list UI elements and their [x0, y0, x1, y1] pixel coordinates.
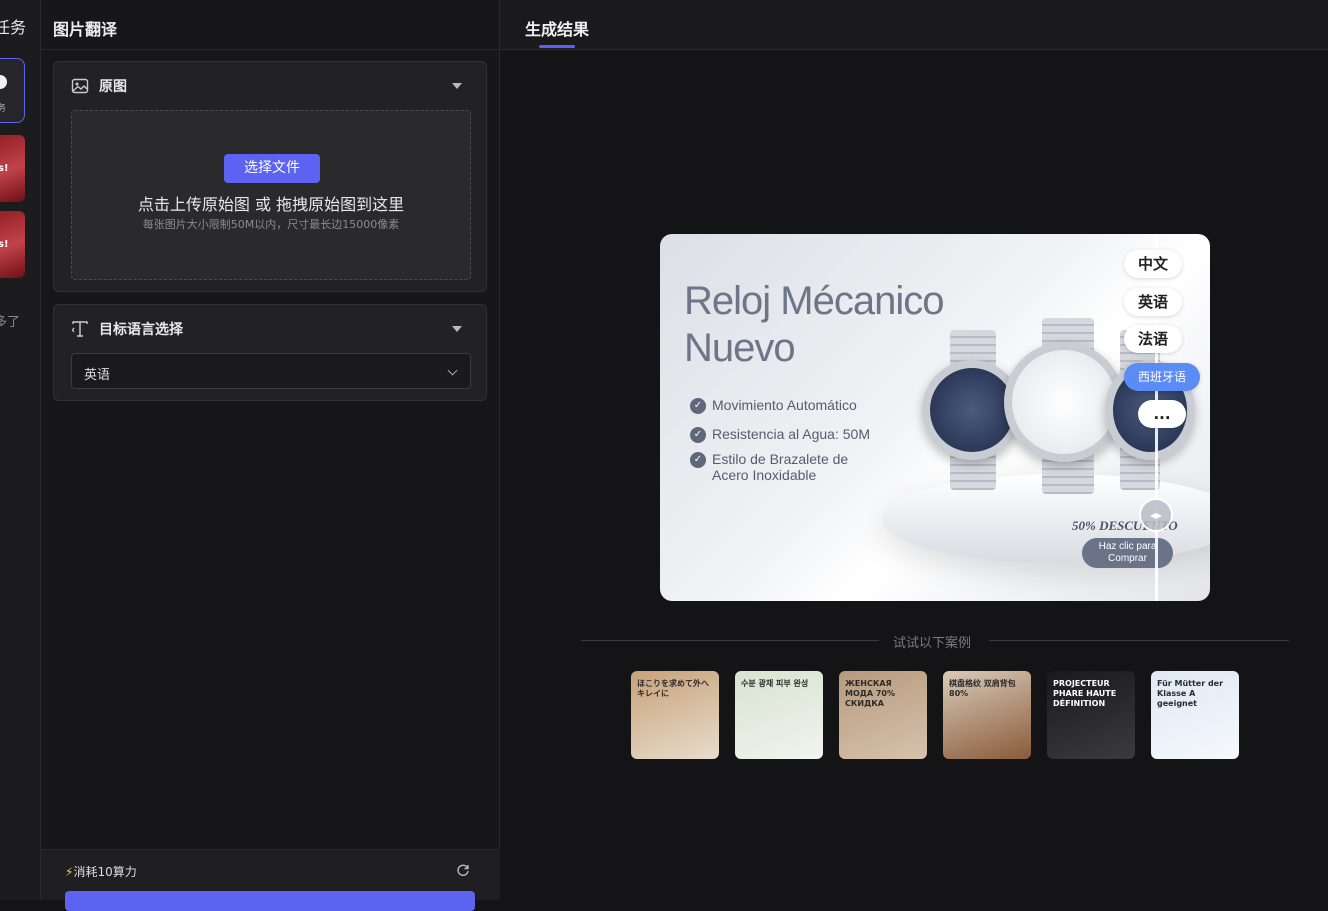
collapse-caret-icon[interactable]: [452, 326, 462, 332]
task-avatar: [0, 75, 7, 89]
original-image-header[interactable]: 原图: [54, 62, 486, 110]
preview-cta: Haz clic para Comprar: [1082, 538, 1173, 568]
generate-button[interactable]: [65, 891, 475, 911]
target-language-header[interactable]: 目标语言选择: [54, 305, 486, 353]
image-icon: [71, 78, 89, 94]
example-case-thumb[interactable]: 棋盘格纹 双肩背包 80%: [943, 671, 1031, 759]
chevron-down-icon: [447, 365, 458, 376]
action-bar: ⚡消耗10算力: [41, 849, 500, 911]
preview-headline: Reloj Mécanico Nuevo: [684, 279, 944, 370]
refresh-icon[interactable]: [456, 863, 470, 877]
upload-limit-note: 每张图片大小限制50M以内，尺寸最长边15000像素: [142, 218, 400, 231]
original-image-title: 原图: [99, 79, 127, 95]
language-select[interactable]: 英语: [71, 353, 471, 389]
target-language-title: 目标语言选择: [99, 322, 183, 338]
result-panel: 生成结果 Reloj Mécanico Nuevo ✓ Movimiento Aut…: [500, 0, 1328, 900]
cases-label: 试试以下案例: [893, 636, 972, 651]
example-case-text: ЖЕНСКАЯ МОДА 70% СКИДКА: [845, 679, 896, 708]
cost-text: 消耗10算力: [73, 865, 137, 879]
example-case-text: ほこりを求めて外へキレイに: [637, 679, 709, 698]
check-icon: ✓: [690, 427, 706, 443]
target-language-card: 目标语言选择 英语: [53, 304, 487, 401]
language-select-value: 英语: [84, 368, 111, 383]
example-case-thumb[interactable]: PROJECTEUR PHARE HAUTE DÉFINITION: [1047, 671, 1135, 759]
example-case-text: Für Mütter der Klasse A geeignet: [1157, 679, 1224, 708]
result-header: 生成结果: [500, 0, 1328, 50]
example-case-thumb[interactable]: ЖЕНСКАЯ МОДА 70% СКИДКА: [839, 671, 927, 759]
task-thumb[interactable]: s!: [0, 135, 25, 202]
divider-line: [581, 640, 879, 641]
task-card-active[interactable]: 务: [0, 58, 25, 123]
more-languages-button[interactable]: ...: [1138, 400, 1186, 428]
task-label: 务: [0, 101, 6, 114]
original-image-card: 原图 选择文件 点击上传原始图 或 拖拽原始图到这里 每张图片大小限制50M以内…: [53, 61, 487, 292]
panel-title: 图片翻译: [41, 0, 499, 50]
lang-option-english[interactable]: 英语: [1124, 288, 1183, 316]
example-case-thumb[interactable]: ほこりを求めて外へキレイに: [631, 671, 719, 759]
cost-indicator: ⚡消耗10算力: [65, 863, 137, 880]
example-case-thumb[interactable]: Für Mütter der Klasse A geeignet: [1151, 671, 1239, 759]
example-case-text: 棋盘格纹 双肩背包 80%: [949, 679, 1016, 698]
tab-active-indicator: [539, 45, 575, 48]
divider-line: [989, 640, 1289, 641]
lang-option-chinese[interactable]: 中文: [1124, 250, 1183, 278]
strip-title: 任务: [0, 18, 27, 37]
upload-hint: 点击上传原始图 或 拖拽原始图到这里: [137, 195, 405, 214]
compare-slider-handle[interactable]: ◂▸: [1139, 498, 1173, 532]
load-more[interactable]: 多了: [0, 311, 20, 330]
preview-feature: ✓ Resistencia al Agua: 50M: [690, 426, 870, 443]
choose-file-button[interactable]: 选择文件: [224, 154, 320, 183]
settings-panel: 图片翻译 原图 选择文件 点击上传原始图 或 拖拽原始图到这里 每张图片大小限制…: [41, 0, 500, 911]
check-icon: ✓: [690, 452, 706, 468]
example-case-text: PROJECTEUR PHARE HAUTE DÉFINITION: [1053, 679, 1117, 708]
preview-feature: ✓ Movimiento Automático: [690, 397, 857, 414]
preview-feature: ✓ Estilo de Brazalete de Acero Inoxidable: [690, 451, 850, 483]
task-thumb[interactable]: s!: [0, 211, 25, 278]
example-case-thumb[interactable]: 수분 광채 피부 완성: [735, 671, 823, 759]
result-preview-image: Reloj Mécanico Nuevo ✓ Movimiento Automáti…: [660, 234, 1210, 601]
check-icon: ✓: [690, 398, 706, 414]
lang-option-french[interactable]: 法语: [1124, 325, 1183, 353]
task-strip: 任务 务 s! s! 多了: [0, 0, 41, 900]
collapse-caret-icon[interactable]: [452, 83, 462, 89]
lang-option-spanish[interactable]: 西班牙语: [1124, 363, 1201, 391]
upload-dropzone[interactable]: 选择文件 点击上传原始图 或 拖拽原始图到这里 每张图片大小限制50M以内，尺寸…: [71, 110, 471, 280]
example-case-text: 수분 광채 피부 완성: [741, 679, 809, 688]
tab-result[interactable]: 生成结果: [525, 16, 589, 40]
translate-icon: [71, 321, 88, 337]
